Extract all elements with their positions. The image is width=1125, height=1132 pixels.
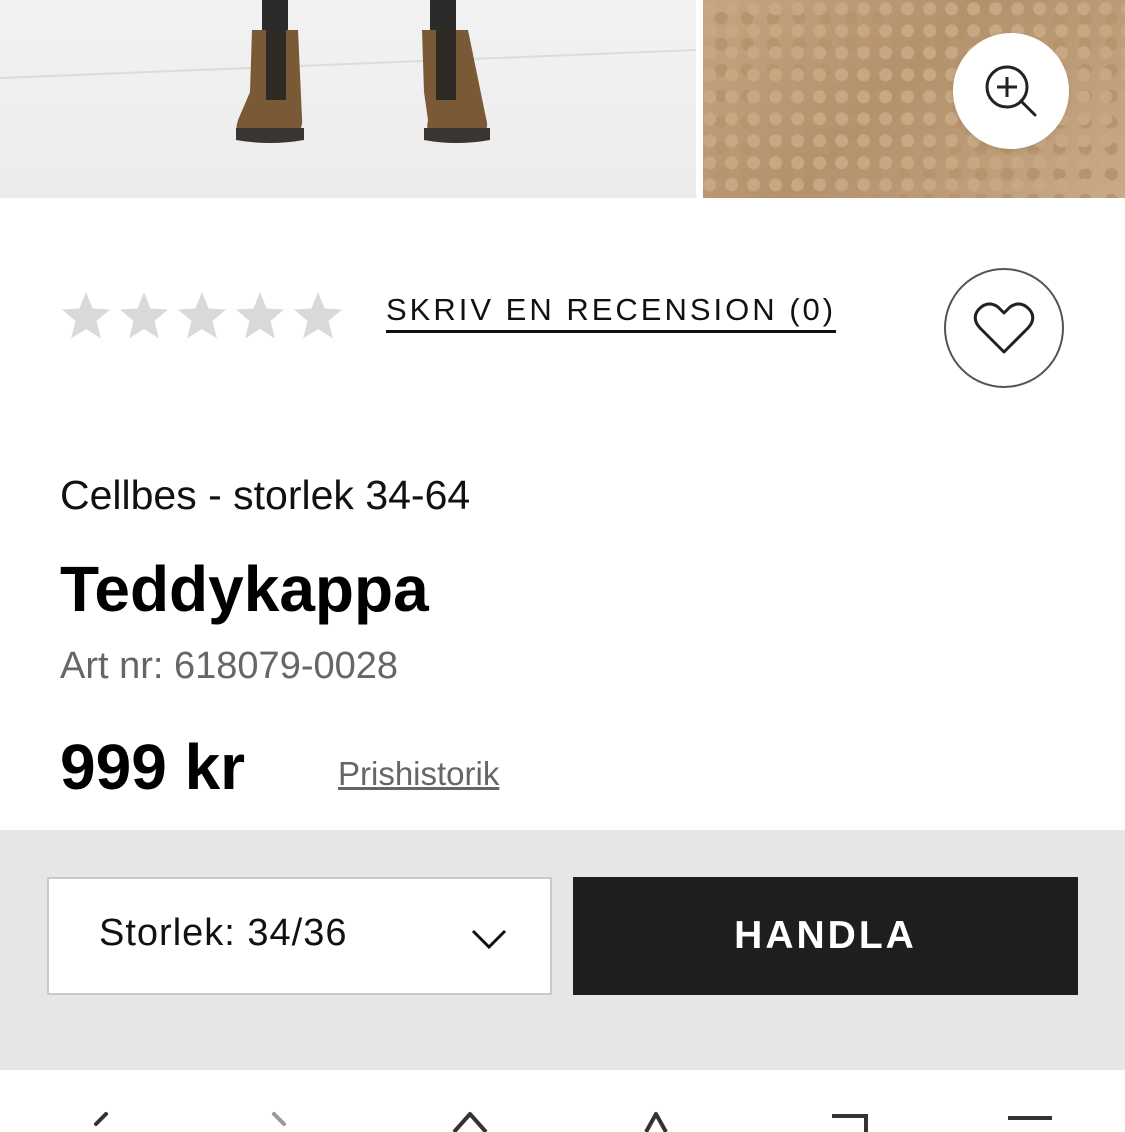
- product-image-gallery[interactable]: [0, 0, 1125, 198]
- product-price: 999 kr: [60, 731, 246, 803]
- write-review-link[interactable]: SKRIV EN RECENSION (0): [386, 292, 837, 333]
- star-icon[interactable]: [292, 290, 344, 342]
- chevron-down-icon: [471, 929, 507, 950]
- heart-icon: [973, 302, 1035, 354]
- star-icon[interactable]: [118, 290, 170, 342]
- star-icon[interactable]: [60, 290, 112, 342]
- purchase-bar: Storlek: 34/36 HANDLA: [0, 830, 1125, 1070]
- article-number: Art nr: 618079-0028: [60, 645, 399, 687]
- price-history-link[interactable]: Prishistorik: [338, 755, 499, 793]
- star-rating: [60, 290, 344, 342]
- zoom-in-icon: [985, 65, 1037, 117]
- back-icon[interactable]: [80, 1102, 128, 1132]
- star-icon[interactable]: [176, 290, 228, 342]
- boots-illustration: [0, 0, 697, 143]
- menu-icon[interactable]: [1006, 1102, 1054, 1132]
- product-title: Teddykappa: [60, 553, 429, 625]
- favorite-button[interactable]: [944, 268, 1064, 388]
- buy-button[interactable]: HANDLA: [573, 877, 1078, 995]
- tabs-icon[interactable]: [826, 1102, 874, 1132]
- product-photo-model[interactable]: [0, 0, 697, 198]
- rating-row: SKRIV EN RECENSION (0): [60, 268, 1070, 392]
- browser-navigation-bar: [0, 1070, 1125, 1132]
- share-icon[interactable]: [632, 1102, 680, 1132]
- home-icon[interactable]: [446, 1102, 494, 1132]
- size-select[interactable]: Storlek: 34/36: [47, 877, 552, 995]
- size-select-value: Storlek: 34/36: [99, 912, 348, 954]
- star-icon[interactable]: [234, 290, 286, 342]
- forward-icon[interactable]: [262, 1102, 310, 1132]
- zoom-button[interactable]: [953, 33, 1069, 149]
- product-brand: Cellbes - storlek 34-64: [60, 472, 471, 518]
